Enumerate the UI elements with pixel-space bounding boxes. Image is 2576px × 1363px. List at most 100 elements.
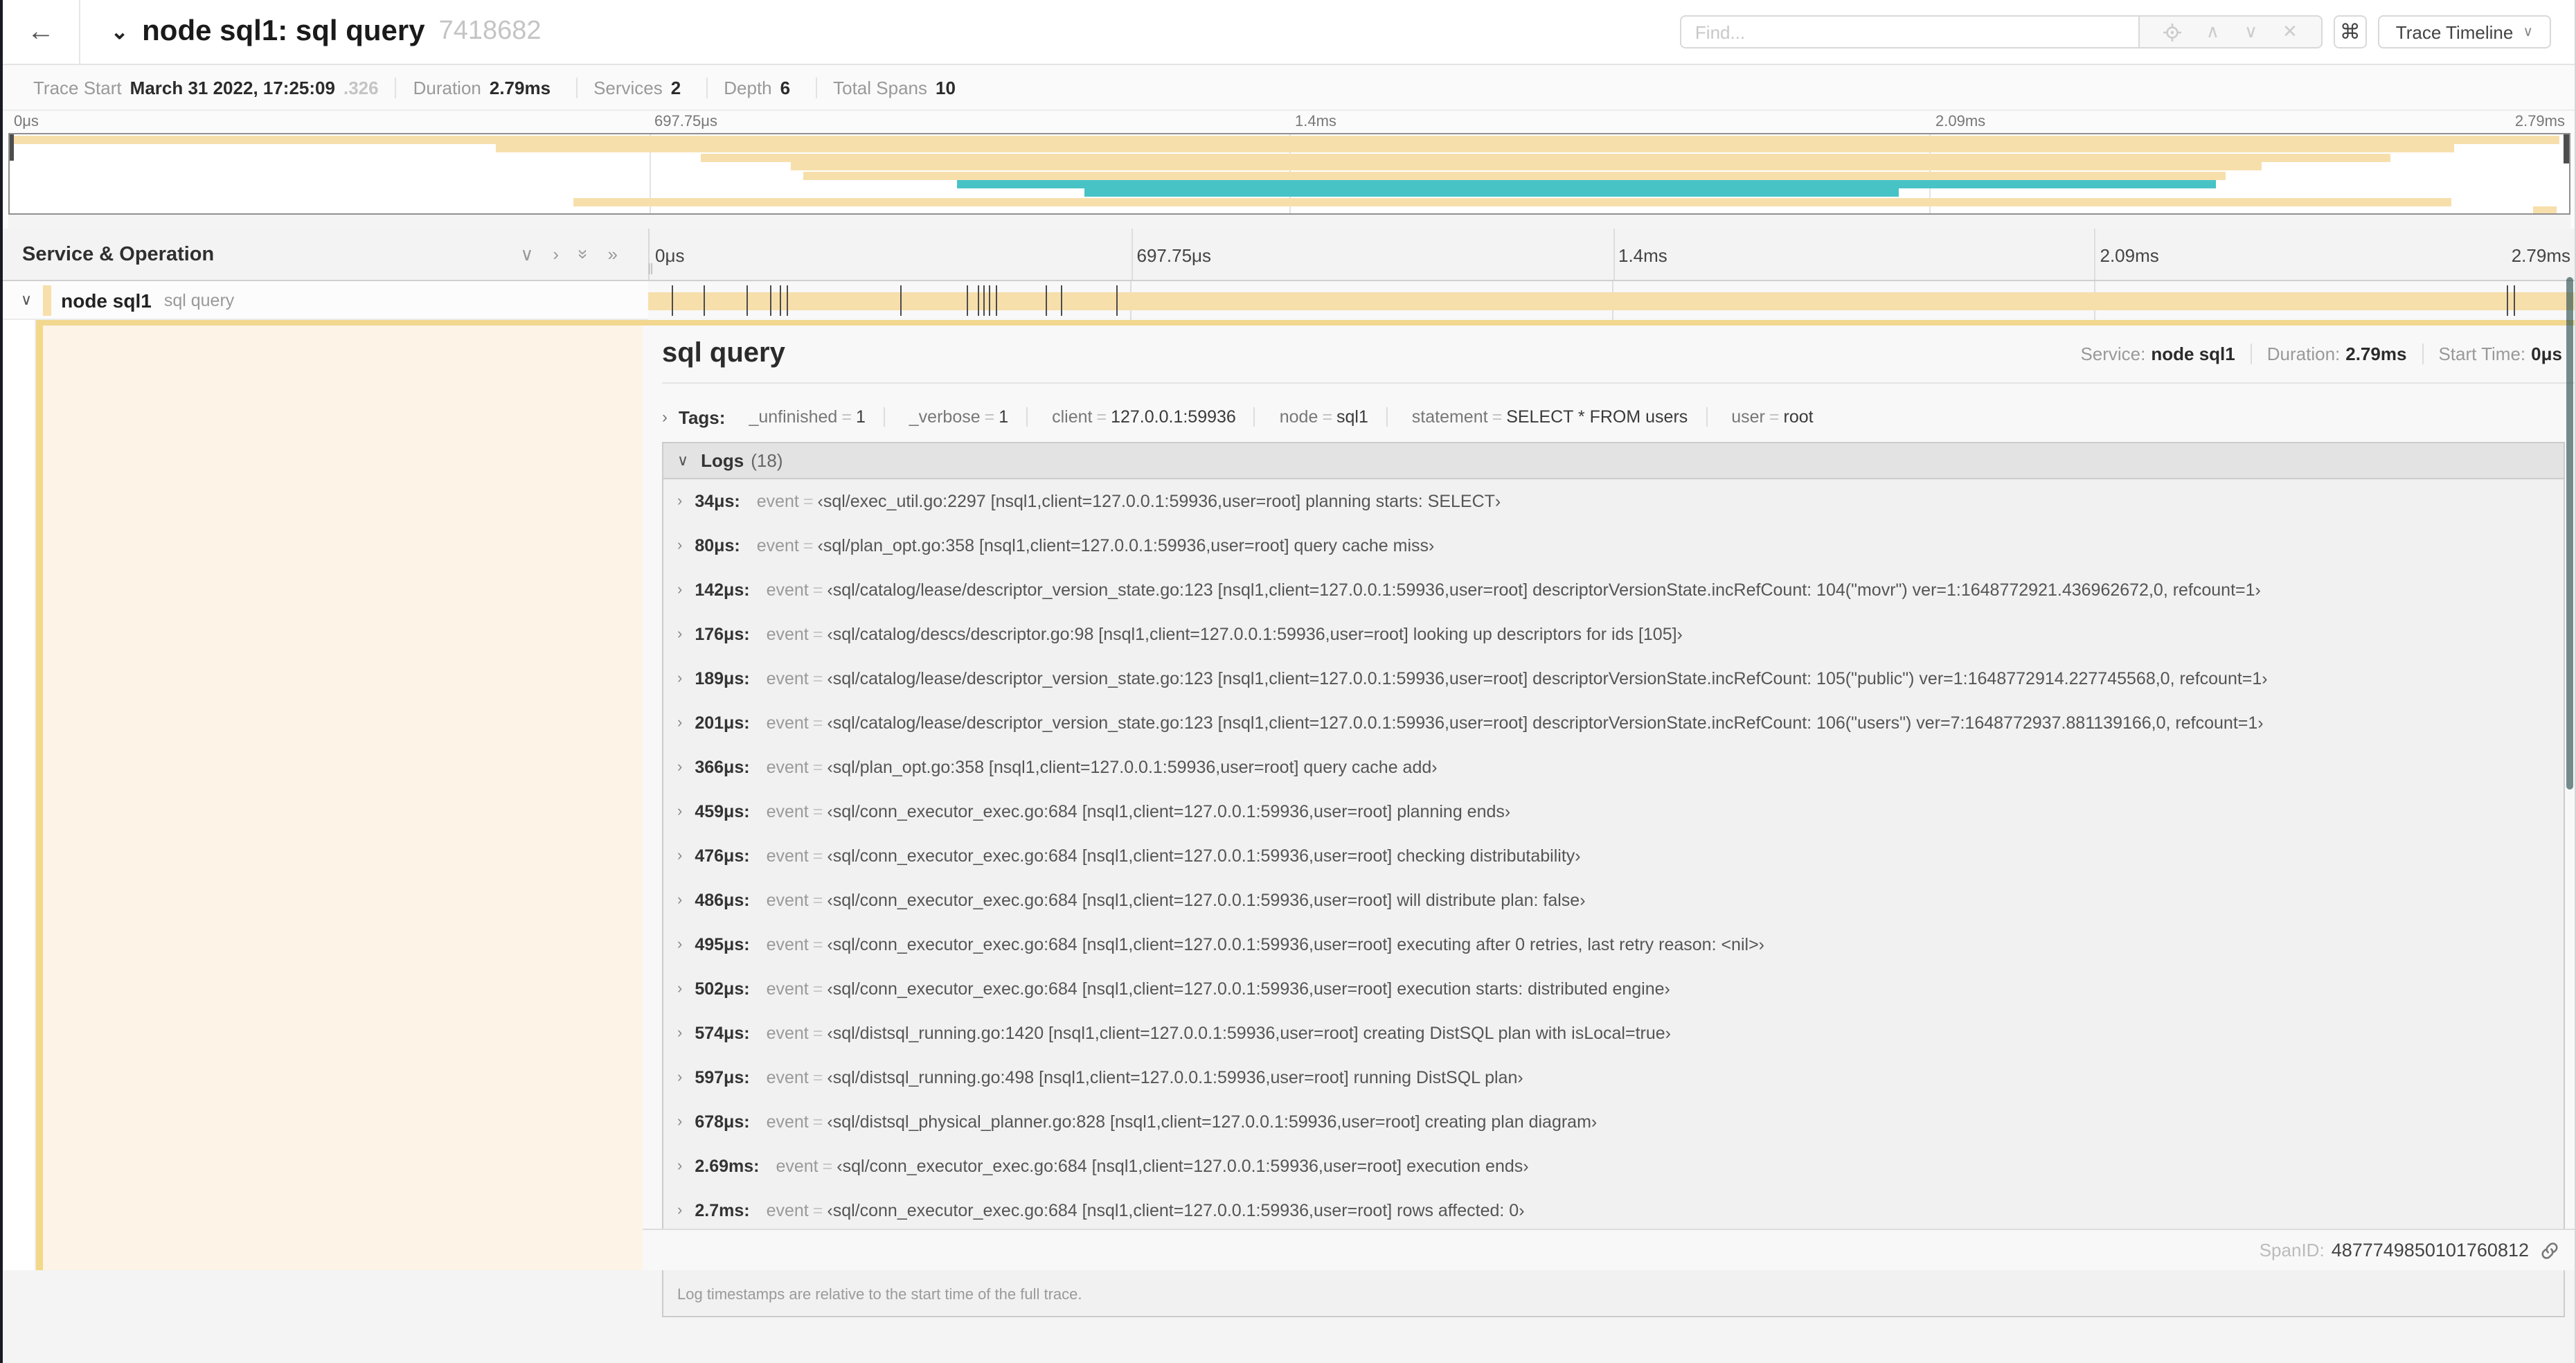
log-field-key: event xyxy=(756,492,799,511)
tag-equals: = xyxy=(1492,407,1503,427)
find-prev-icon[interactable]: ∧ xyxy=(2194,21,2232,43)
log-field-value: ‹sql/conn_executor_exec.go:684 [nsql1,cl… xyxy=(827,802,1511,821)
tag-item: statement = SELECT * FROM users xyxy=(1393,407,1708,427)
log-row[interactable]: › 189μs: event = ‹sql/catalog/lease/desc… xyxy=(663,657,2564,701)
trace-summary-item: Duration 2.79ms xyxy=(397,77,578,98)
tag-key: node xyxy=(1279,407,1318,427)
log-row[interactable]: › 597μs: event = ‹sql/distsql_running.go… xyxy=(663,1055,2564,1100)
find-group: ∧ ∨ ✕ xyxy=(1679,15,2323,48)
minimap-tick-labels: 0μs 697.75μs 1.4ms 2.09ms 2.79ms xyxy=(8,111,2570,133)
log-row[interactable]: › 201μs: event = ‹sql/catalog/lease/desc… xyxy=(663,701,2564,745)
span-collapse-icon[interactable]: ∨ xyxy=(21,291,32,309)
log-row[interactable]: › 459μs: event = ‹sql/conn_executor_exec… xyxy=(663,790,2564,834)
deep-link-icon[interactable] xyxy=(2540,1240,2559,1260)
keyboard-shortcuts-button[interactable]: ⌘ xyxy=(2333,15,2367,48)
span-log-marker xyxy=(769,285,771,316)
log-equals: = xyxy=(812,580,823,600)
column-resizer-handle[interactable]: ‖ xyxy=(647,262,654,278)
log-field-key: event xyxy=(766,846,809,866)
log-timestamp: 80μs: xyxy=(695,536,740,555)
log-equals: = xyxy=(822,1157,833,1176)
log-field-value: ‹sql/catalog/lease/descriptor_version_st… xyxy=(827,713,2264,733)
log-timestamp: 2.69ms: xyxy=(695,1157,760,1176)
log-row[interactable]: › 678μs: event = ‹sql/distsql_physical_p… xyxy=(663,1100,2564,1144)
span-log-marker xyxy=(1116,285,1118,316)
log-field-value: ‹sql/plan_opt.go:358 [nsql1,client=127.0… xyxy=(827,758,1438,777)
tag-item: node = sql1 xyxy=(1261,407,1388,427)
span-bar-cell[interactable] xyxy=(648,281,2576,320)
log-timestamp: 574μs: xyxy=(695,1024,750,1043)
log-row[interactable]: › 176μs: event = ‹sql/catalog/descs/desc… xyxy=(663,612,2564,657)
summary-label: Depth xyxy=(724,77,772,98)
log-timestamp: 34μs: xyxy=(695,492,740,511)
log-field-key: event xyxy=(776,1157,819,1176)
log-row[interactable]: › 476μs: event = ‹sql/conn_executor_exec… xyxy=(663,834,2564,878)
tag-item: client = 127.0.0.1:59936 xyxy=(1034,407,1255,427)
minimap-right-scrubber[interactable] xyxy=(2564,134,2569,163)
expand-all-icon[interactable]: » xyxy=(608,245,618,263)
span-log-marker xyxy=(983,285,985,316)
ruler-tick-label: 1.4ms xyxy=(1618,245,1667,266)
log-row[interactable]: › 574μs: event = ‹sql/distsql_running.go… xyxy=(663,1011,2564,1055)
minimap-canvas[interactable] xyxy=(8,133,2570,215)
log-row[interactable]: › 502μs: event = ‹sql/conn_executor_exec… xyxy=(663,967,2564,1011)
chevron-right-icon: › xyxy=(677,936,683,953)
detail-left-gutter xyxy=(3,320,36,1270)
span-duration-bar[interactable] xyxy=(648,292,2576,310)
tags-row[interactable]: › Tags: _unfinished = 1 _verbose = 1 client =… xyxy=(662,402,2576,432)
log-field-value: ‹sql/conn_executor_exec.go:684 [nsql1,cl… xyxy=(827,891,1586,910)
back-button[interactable]: ← xyxy=(3,0,80,64)
minimap-gap xyxy=(8,215,2570,229)
chevron-right-icon: › xyxy=(677,892,683,909)
ruler-tick-label: 2.09ms xyxy=(2100,245,2159,266)
trace-summary-item: Total Spans 10 xyxy=(816,77,981,98)
trace-view-selector-button[interactable]: Trace Timeline ∨ xyxy=(2377,15,2551,48)
meta-label: Duration: xyxy=(2266,344,2341,364)
log-equals: = xyxy=(812,1112,823,1132)
minimap-span-bar xyxy=(496,144,2454,153)
summary-label: Trace Start xyxy=(33,77,122,98)
logs-block: ∨ Logs (18) › 34μs: event = ‹sql/exec_ut… xyxy=(662,442,2565,1317)
tag-value: SELECT * FROM users xyxy=(1506,407,1688,427)
tag-key: client xyxy=(1052,407,1093,427)
log-row[interactable]: › 2.69ms: event = ‹sql/conn_executor_exe… xyxy=(663,1144,2564,1188)
logs-header[interactable]: ∨ Logs (18) xyxy=(663,443,2564,479)
find-next-icon[interactable]: ∨ xyxy=(2232,21,2270,43)
locate-icon[interactable] xyxy=(2151,23,2194,41)
log-row[interactable]: › 366μs: event = ‹sql/plan_opt.go:358 [n… xyxy=(663,745,2564,790)
span-name-cell[interactable]: ∨ node sql1 sql query xyxy=(3,281,648,320)
chevron-right-icon: › xyxy=(677,1025,683,1042)
collapse-trace-header-icon[interactable]: ⌄ xyxy=(111,19,128,44)
chevron-right-icon: › xyxy=(677,981,683,997)
log-row[interactable]: › 495μs: event = ‹sql/conn_executor_exec… xyxy=(663,923,2564,967)
log-row[interactable]: › 142μs: event = ‹sql/catalog/lease/desc… xyxy=(663,568,2564,612)
span-log-marker xyxy=(704,285,706,316)
log-equals: = xyxy=(812,891,823,910)
log-field-value: ‹sql/catalog/descs/descriptor.go:98 [nsq… xyxy=(827,625,1683,644)
minimap-span-bar xyxy=(1084,188,1899,197)
expand-one-icon[interactable]: › xyxy=(553,245,559,263)
chevron-right-icon: › xyxy=(677,1202,683,1219)
detail-footer: SpanID: 4877749850101760812 xyxy=(643,1229,2576,1270)
log-row[interactable]: › 2.7ms: event = ‹sql/conn_executor_exec… xyxy=(663,1188,2564,1233)
collapse-all-icon[interactable]: » xyxy=(573,249,593,259)
log-row[interactable]: › 486μs: event = ‹sql/conn_executor_exec… xyxy=(663,878,2564,923)
span-color-accent xyxy=(43,285,52,315)
collapse-one-icon[interactable]: ∨ xyxy=(520,245,533,263)
page-scrollbar-thumb[interactable] xyxy=(2566,277,2573,790)
tag-equals: = xyxy=(1322,407,1332,427)
minimap-left-scrubber[interactable] xyxy=(10,134,14,161)
log-row[interactable]: › 34μs: event = ‹sql/exec_util.go:2297 [… xyxy=(663,479,2564,524)
tag-value: 1 xyxy=(999,407,1009,427)
find-input[interactable] xyxy=(1679,15,2138,48)
minimap-span-bar xyxy=(956,180,2216,188)
log-row[interactable]: › 80μs: event = ‹sql/plan_opt.go:358 [ns… xyxy=(663,524,2564,568)
summary-value-fraction: .326 xyxy=(343,77,379,98)
find-clear-icon[interactable]: ✕ xyxy=(2270,21,2310,43)
detail-meta-item: Duration: 2.79ms xyxy=(2252,344,2424,364)
span-log-marker xyxy=(671,285,673,316)
tag-item: _unfinished = 1 xyxy=(731,407,885,427)
log-timestamp: 142μs: xyxy=(695,580,750,600)
minimap-tick-label: 0μs xyxy=(14,114,39,130)
log-field-value: ‹sql/distsql_physical_planner.go:828 [ns… xyxy=(827,1112,1598,1132)
